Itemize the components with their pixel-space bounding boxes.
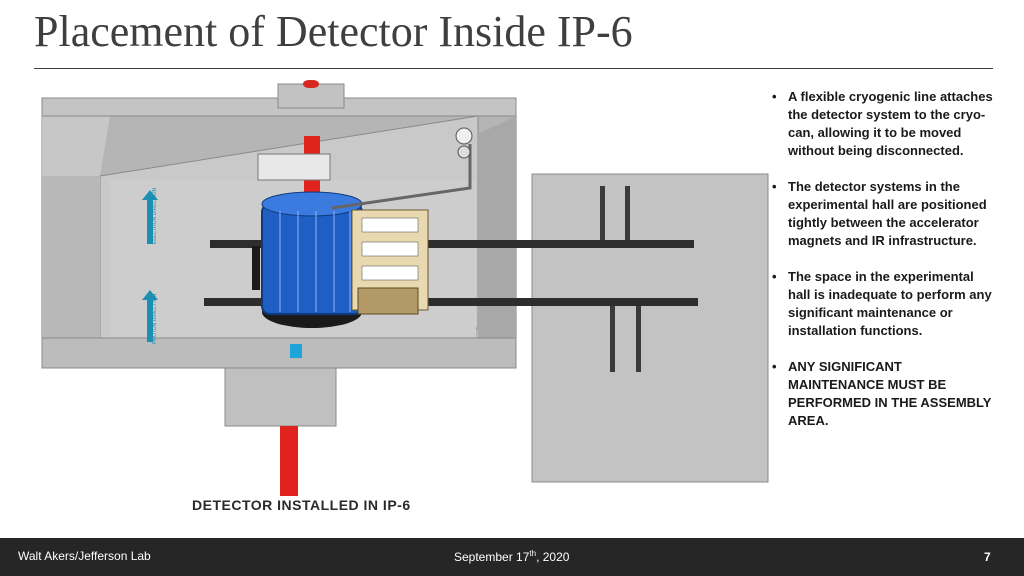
assembly-rail	[610, 302, 615, 372]
detector-barrel	[261, 203, 363, 315]
bottom-wall	[41, 337, 517, 369]
footer-bar: Walt Akers/Jefferson Lab September 17th,…	[0, 538, 1024, 576]
magnet-cyan	[290, 344, 302, 358]
detector-illustration: ELECTRON DIRECTION PROTON DIRECTION DETE…	[40, 76, 770, 516]
beam-pipe-lower	[280, 426, 298, 496]
title-divider	[34, 68, 993, 69]
bottom-shield-block	[224, 367, 337, 427]
assembly-area-floor	[531, 173, 769, 483]
detector-top	[261, 191, 363, 217]
beam-pipe-top	[303, 80, 319, 88]
assembly-rail	[636, 302, 641, 372]
left-wall	[42, 176, 100, 354]
page-number: 7	[984, 550, 991, 564]
slide-title: Placement of Detector Inside IP-6	[34, 7, 633, 56]
cryo-can	[455, 127, 473, 145]
cable-tray	[357, 287, 419, 315]
top-magnet-stand	[257, 153, 331, 181]
bullet-item: • A flexible cryogenic line attaches the …	[772, 89, 993, 158]
bullet-item: • The space in the experimental hall is i…	[772, 269, 992, 338]
detector-side-bracket	[252, 246, 260, 290]
arrow-label-1: ELECTRON DIRECTION	[152, 187, 158, 244]
footer-author: Walt Akers/Jefferson Lab	[18, 549, 151, 563]
arrow-label-2: PROTON DIRECTION	[152, 293, 158, 344]
bullet-item: • The detector systems in the experimenta…	[772, 179, 987, 248]
rack-modules	[361, 217, 419, 281]
figure-caption: DETECTOR INSTALLED IN IP-6	[192, 497, 411, 513]
bullet-list: • A flexible cryogenic line attaches the …	[770, 88, 995, 448]
footer-date: September 17th, 2020	[454, 549, 570, 564]
assembly-rail	[600, 186, 605, 244]
ip6-hall-diagram: ELECTRON DIRECTION PROTON DIRECTION DETE…	[41, 80, 769, 513]
bullet-item: • ANY SIGNIFICANT MAINTENANCE MUST BE PER…	[772, 359, 992, 428]
assembly-rail	[625, 186, 630, 244]
right-inner-wall	[478, 116, 516, 354]
